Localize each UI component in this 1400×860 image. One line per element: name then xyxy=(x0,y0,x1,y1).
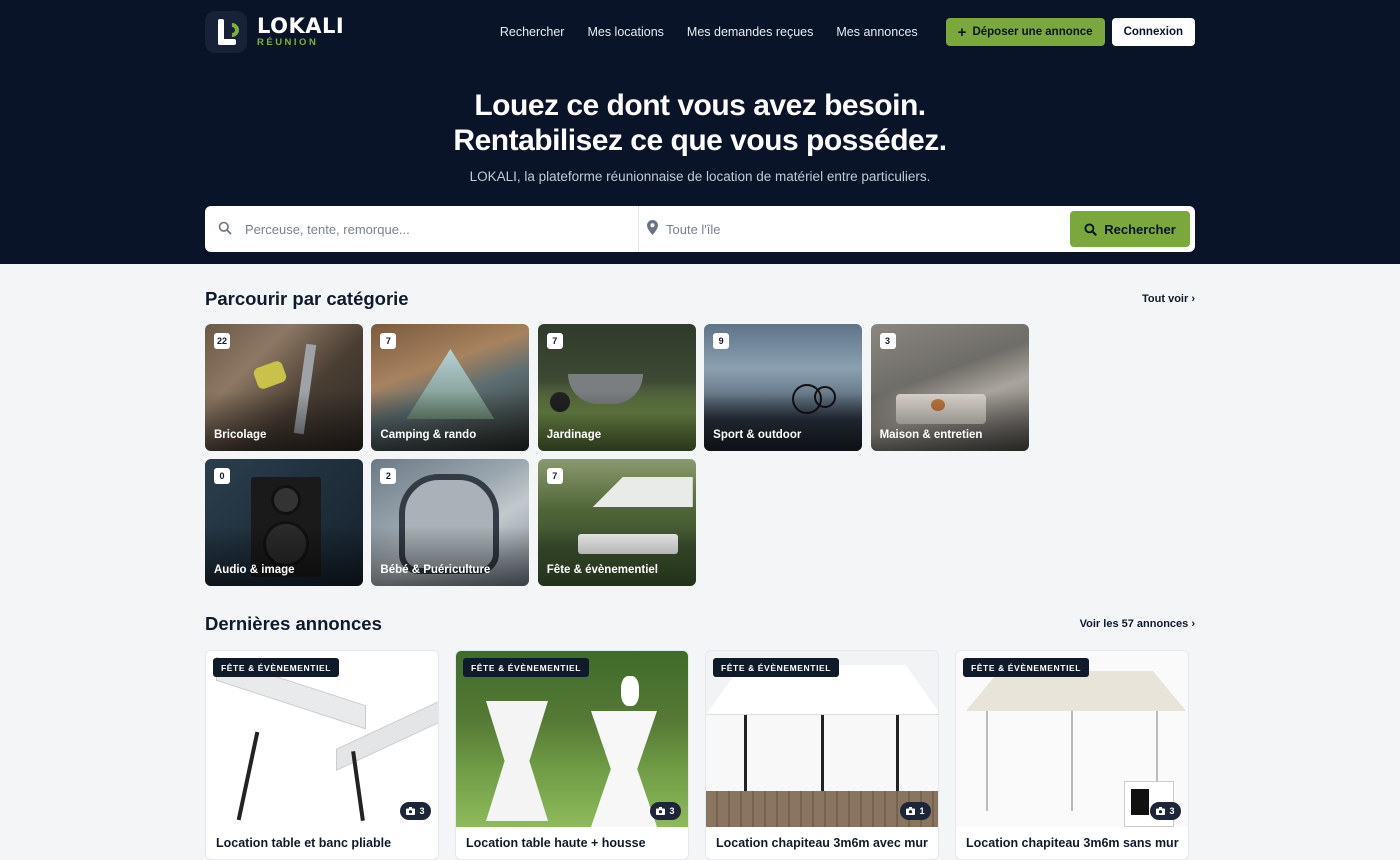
category-card-fete[interactable]: 7 Fête & évènementiel xyxy=(537,459,696,586)
location-input[interactable] xyxy=(666,221,1026,237)
photo-count-badge: 3 xyxy=(1150,802,1181,820)
category-card-audio[interactable]: 0 Audio & image xyxy=(205,459,363,586)
camera-icon xyxy=(1156,807,1166,815)
headline-line-1: Louez ce dont vous avez besoin. xyxy=(474,89,926,122)
category-count: 7 xyxy=(546,333,563,349)
listings-title: Dernières annonces xyxy=(205,613,382,634)
category-label: Maison & entretien xyxy=(879,429,983,441)
photo-count-badge: 3 xyxy=(650,802,681,820)
nav-link-mes-locations[interactable]: Mes locations xyxy=(587,25,663,39)
camera-icon xyxy=(406,807,416,815)
category-card-bricolage[interactable]: 22 Bricolage xyxy=(205,324,363,451)
post-listing-label: Déposer une annonce xyxy=(972,26,1093,38)
category-grid: 22 Bricolage 7 Camping & rando 7 Jardina… xyxy=(205,324,1201,594)
categories-header: Parcourir par catégorie Tout voir › xyxy=(205,288,1195,310)
photo-count: 3 xyxy=(419,806,425,816)
nav-links: Rechercher Mes locations Mes demandes re… xyxy=(477,25,918,39)
category-card-maison[interactable]: 3 Maison & entretien xyxy=(870,324,1029,451)
category-card-jardinage[interactable]: 7 Jardinage xyxy=(537,324,696,451)
category-count: 7 xyxy=(546,468,563,484)
listings-header: Dernières annonces Voir les 57 annonces … xyxy=(205,613,1195,635)
category-card-camping[interactable]: 7 Camping & rando xyxy=(371,324,530,451)
category-count: 2 xyxy=(380,468,397,484)
login-button[interactable]: Connexion xyxy=(1111,18,1195,46)
listing-card[interactable]: FÊTE & ÉVÈNEMENTIEL 3 Location chapiteau… xyxy=(955,650,1189,860)
see-all-listings-label: Voir les 57 annonces xyxy=(1079,618,1189,630)
plus-icon: + xyxy=(957,23,967,41)
listing-category-badge: FÊTE & ÉVÈNEMENTIEL xyxy=(213,658,340,677)
logo-icon xyxy=(205,11,247,53)
listing-card[interactable]: FÊTE & ÉVÈNEMENTIEL 3 Location table et … xyxy=(205,650,439,860)
category-count: 9 xyxy=(713,333,730,349)
post-listing-button[interactable]: + Déposer une annonce xyxy=(945,18,1105,46)
nav-link-rechercher[interactable]: Rechercher xyxy=(500,25,565,39)
search-bar: Rechercher xyxy=(205,206,1195,252)
nav-link-mes-demandes[interactable]: Mes demandes reçues xyxy=(687,25,813,39)
category-card-sport[interactable]: 9 Sport & outdoor xyxy=(704,324,863,451)
search-button-label: Rechercher xyxy=(1104,221,1176,237)
chevron-right-icon: › xyxy=(1191,618,1195,630)
camera-icon xyxy=(906,807,916,815)
listing-grid: FÊTE & ÉVÈNEMENTIEL 3 Location table et … xyxy=(205,650,1205,860)
category-label: Bébé & Puériculture xyxy=(380,564,491,576)
chevron-right-icon: › xyxy=(1191,293,1195,305)
search-button[interactable]: Rechercher xyxy=(1070,211,1190,247)
see-all-listings-link[interactable]: Voir les 57 annonces › xyxy=(1080,618,1195,630)
brand-name: LOKALI xyxy=(257,14,345,38)
photo-count: 3 xyxy=(669,806,675,816)
logo[interactable]: LOKALI RÉUNION xyxy=(205,11,344,53)
category-count: 7 xyxy=(380,333,397,349)
category-count: 22 xyxy=(214,333,231,349)
hero-headline: Louez ce dont vous avez besoin. Rentabil… xyxy=(0,88,1400,158)
categories-title: Parcourir par catégorie xyxy=(205,288,409,309)
camera-icon xyxy=(656,807,666,815)
nav-link-mes-annonces[interactable]: Mes annonces xyxy=(836,25,917,39)
photo-count-badge: 3 xyxy=(400,802,431,820)
hero-section: LOKALI RÉUNION Rechercher Mes locations … xyxy=(0,0,1400,264)
headline-line-2: Rentabilisez ce que vous possédez. xyxy=(453,124,947,157)
photo-count-badge: 1 xyxy=(900,802,931,820)
category-label: Camping & rando xyxy=(380,429,477,441)
top-nav: LOKALI RÉUNION Rechercher Mes locations … xyxy=(205,10,1195,54)
listing-title: Location chapiteau 3m6m avec mur xyxy=(716,836,928,850)
photo-count: 3 xyxy=(1169,806,1175,816)
category-label: Jardinage xyxy=(546,429,602,441)
see-all-label: Tout voir xyxy=(1142,293,1189,305)
listing-title: Location chapiteau 3m6m sans mur xyxy=(966,836,1179,850)
listing-card[interactable]: FÊTE & ÉVÈNEMENTIEL 3 Location table hau… xyxy=(455,650,689,860)
category-card-bebe[interactable]: 2 Bébé & Puériculture xyxy=(371,459,530,586)
category-label: Fête & évènementiel xyxy=(546,564,658,576)
category-count: 0 xyxy=(214,468,230,484)
search-icon xyxy=(205,221,245,238)
category-label: Sport & outdoor xyxy=(713,429,802,441)
category-count: 3 xyxy=(879,333,896,349)
listing-category-badge: FÊTE & ÉVÈNEMENTIEL xyxy=(713,658,840,677)
listing-category-badge: FÊTE & ÉVÈNEMENTIEL xyxy=(463,658,590,677)
hero-subtitle: LOKALI, la plateforme réunionnaise de lo… xyxy=(469,169,931,184)
listing-title: Location table haute + housse xyxy=(466,836,646,850)
brand-region: RÉUNION xyxy=(257,37,319,48)
photo-count: 1 xyxy=(919,806,925,816)
listing-card[interactable]: FÊTE & ÉVÈNEMENTIEL 1 Location chapiteau… xyxy=(705,650,939,860)
listing-category-badge: FÊTE & ÉVÈNEMENTIEL xyxy=(963,658,1090,677)
search-input[interactable] xyxy=(245,221,605,237)
category-label: Audio & image xyxy=(214,564,295,576)
see-all-categories-link[interactable]: Tout voir › xyxy=(1142,293,1195,305)
search-button-icon xyxy=(1084,222,1097,236)
category-label: Bricolage xyxy=(214,429,267,441)
listing-title: Location table et banc pliable xyxy=(216,836,392,850)
